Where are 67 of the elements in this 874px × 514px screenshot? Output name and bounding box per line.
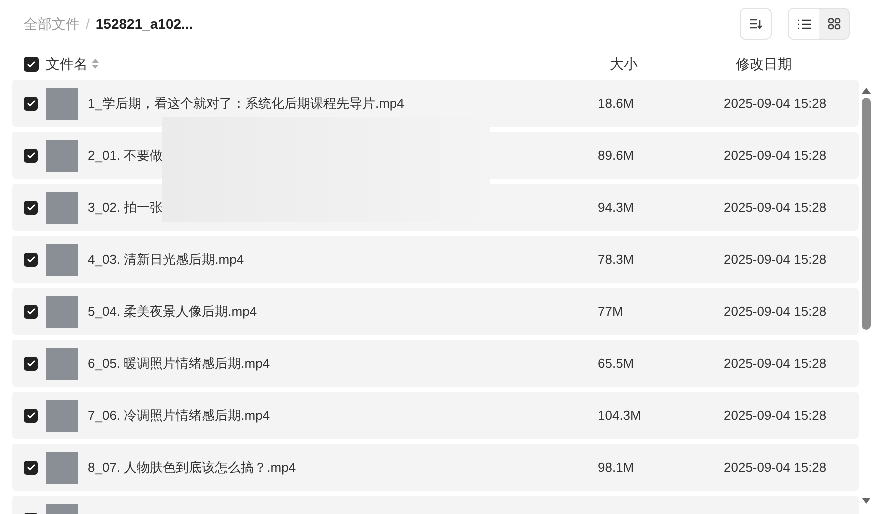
row-checkbox[interactable] — [24, 96, 38, 110]
check-icon — [26, 152, 36, 159]
sort-button[interactable] — [740, 8, 772, 40]
video-thumbnail-placeholder — [46, 192, 78, 224]
breadcrumb-separator: / — [86, 14, 90, 34]
list-icon — [798, 18, 810, 30]
file-size: 94.3M — [598, 198, 636, 217]
file-size: 89.6M — [598, 146, 636, 165]
row-checkbox[interactable] — [24, 408, 38, 422]
file-name[interactable]: 4_03. 清新日光感后期.mp4 — [88, 250, 598, 270]
check-icon — [26, 204, 36, 211]
modified-date: 2025-09-04 15:28 — [724, 146, 827, 165]
scroll-up-arrow-icon[interactable] — [862, 88, 871, 94]
scrollbar-thumb[interactable] — [862, 98, 871, 330]
modified-date: 2025-09-04 15:28 — [724, 198, 827, 217]
video-thumbnail-placeholder — [46, 244, 78, 276]
video-thumbnail-placeholder — [46, 140, 78, 172]
video-thumbnail-placeholder — [46, 296, 78, 328]
column-header[interactable]: 修改日期 — [736, 54, 792, 74]
modified-date: 2025-09-04 15:28 — [724, 94, 827, 113]
file-name[interactable]: 1_学后期，看这个就对了：系统化后期课程先导片.mp4 — [88, 94, 598, 114]
select-all-checkbox[interactable] — [24, 56, 39, 72]
file-size: 18.6M — [598, 94, 636, 113]
check-icon — [26, 360, 36, 367]
file-size: 104.3M — [598, 406, 642, 425]
row-checkbox[interactable] — [24, 252, 38, 266]
file-name[interactable]: 7_06. 冷调照片情绪感后期.mp4 — [88, 406, 598, 426]
breadcrumb-item: 152821_a102... — [96, 14, 194, 34]
file-row[interactable]: 4_03. 清新日光感后期.mp4 78.3M 2025-09-04 15:28 — [12, 236, 859, 283]
check-icon — [26, 100, 36, 107]
row-checkbox[interactable] — [24, 356, 38, 370]
list-view-button[interactable] — [789, 9, 819, 39]
check-icon — [26, 412, 36, 419]
scroll-down-arrow-icon[interactable] — [862, 498, 871, 504]
file-row[interactable]: 6_05. 暖调照片情绪感后期.mp4 65.5M 2025-09-04 15:28 — [12, 340, 859, 387]
file-size: 78.3M — [598, 250, 636, 269]
file-row[interactable]: 8_07. 人物肤色到底该怎么搞？.mp4 98.1M 2025-09-04 15:28 — [12, 444, 859, 491]
file-size: 77M — [598, 302, 624, 321]
file-size: 98.1M — [598, 458, 636, 477]
file-size: 65.5M — [598, 354, 636, 373]
check-icon — [26, 464, 36, 471]
file-name[interactable]: 5_04. 柔美夜景人像后期.mp4 — [88, 302, 598, 322]
modified-date: 2025-09-04 15:28 — [724, 354, 827, 373]
row-checkbox[interactable] — [24, 304, 38, 318]
video-thumbnail-placeholder — [46, 88, 78, 120]
video-thumbnail-placeholder — [46, 400, 78, 432]
sort-icon — [749, 18, 763, 30]
file-name[interactable]: 8_07. 人物肤色到底该怎么搞？.mp4 — [88, 458, 598, 478]
modified-date: 2025-09-04 15:28 — [724, 302, 827, 321]
video-thumbnail-placeholder — [46, 348, 78, 380]
row-checkbox[interactable] — [24, 148, 38, 162]
check-icon — [26, 308, 36, 315]
file-row[interactable]: 5_04. 柔美夜景人像后期.mp4 77M 2025-09-04 15:28 — [12, 288, 859, 335]
column-header[interactable]: 大小 — [610, 54, 736, 74]
check-icon — [27, 60, 36, 68]
column-header[interactable]: 文件名 — [46, 54, 88, 74]
check-icon — [26, 256, 36, 263]
row-checkbox[interactable] — [24, 200, 38, 214]
modified-date: 2025-09-04 15:28 — [724, 458, 827, 477]
modified-date: 2025-09-04 15:28 — [724, 250, 827, 269]
file-row[interactable]: 7_06. 冷调照片情绪感后期.mp4 104.3M 2025-09-04 15:28 — [12, 392, 859, 439]
video-thumbnail-placeholder — [46, 452, 78, 484]
modified-date: 2025-09-04 15:28 — [724, 406, 827, 425]
row-checkbox[interactable] — [24, 460, 38, 474]
file-row[interactable]: 1_学后期，看这个就对了：系统化后期课程先导片.mp4 18.6M 2025-09-04 15:28 — [12, 80, 859, 127]
grid-icon — [828, 18, 840, 30]
file-name[interactable]: 6_05. 暖调照片情绪感后期.mp4 — [88, 354, 598, 374]
